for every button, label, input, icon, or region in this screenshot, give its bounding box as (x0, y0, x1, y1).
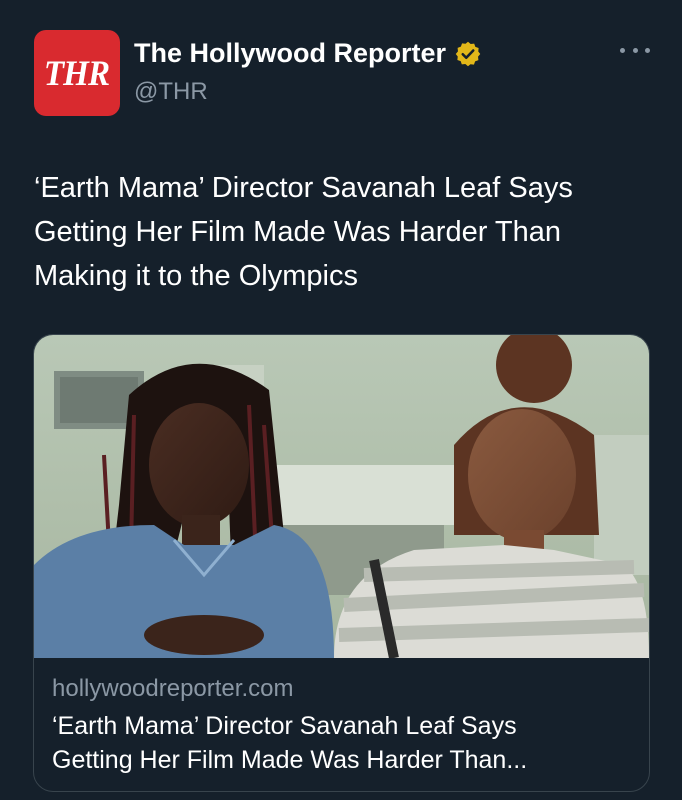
handle[interactable]: @THR (134, 78, 208, 106)
card-title[interactable]: ‘Earth Mama’ Director Savanah Leaf Says … (52, 709, 637, 777)
card-meta: hollywoodreporter.com ‘Earth Mama’ Direc… (52, 673, 637, 777)
tweet-text: ‘Earth Mama’ Director Savanah Leaf Says … (34, 172, 573, 292)
card-domain[interactable]: hollywoodreporter.com (52, 673, 637, 705)
author-name-row: The Hollywood Reporter (134, 38, 482, 69)
more-options-icon[interactable] (620, 44, 650, 56)
display-name[interactable]: The Hollywood Reporter (134, 38, 446, 69)
card-title-line-2: Getting Her Film Made Was Harder Than... (52, 746, 528, 774)
link-card[interactable]: hollywoodreporter.com ‘Earth Mama’ Direc… (33, 334, 650, 792)
tweet: THR The Hollywood Reporter @THR ‘Earth M… (0, 0, 682, 800)
avatar[interactable]: THR (34, 30, 120, 116)
verified-badge-icon (455, 41, 481, 66)
card-image (34, 335, 649, 658)
card-title-line-1: ‘Earth Mama’ Director Savanah Leaf Says (52, 712, 517, 740)
avatar-logo-text: THR (44, 53, 110, 93)
